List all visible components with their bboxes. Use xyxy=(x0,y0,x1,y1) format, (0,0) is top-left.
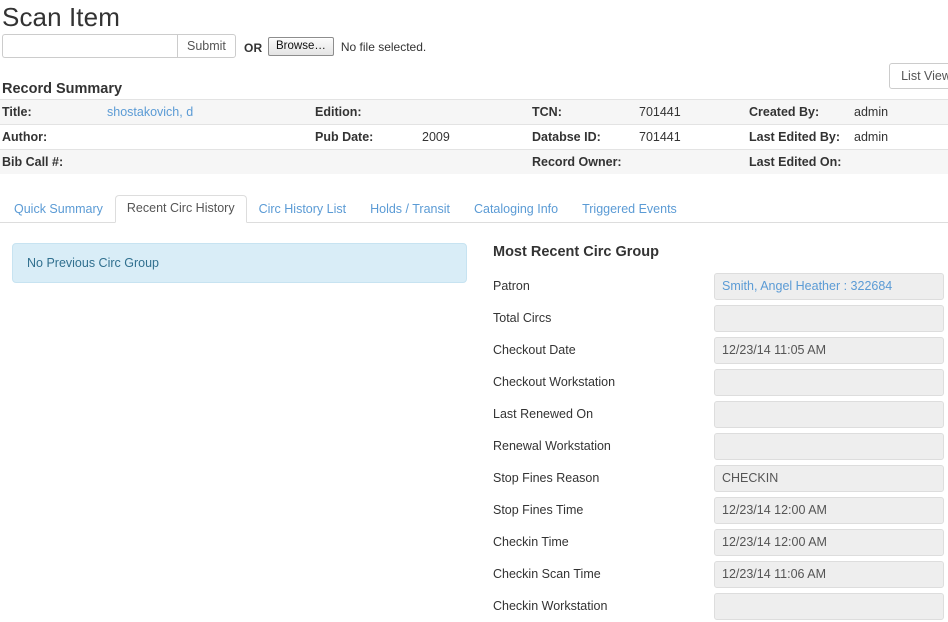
circ-field-value xyxy=(714,305,944,332)
file-status-label: No file selected. xyxy=(341,40,426,54)
summary-field-value xyxy=(852,150,948,175)
barcode-input[interactable] xyxy=(2,34,177,58)
circ-field-label: Last Renewed On xyxy=(493,406,714,422)
previous-circ-group-pane: No Previous Circ Group xyxy=(12,243,467,283)
circ-field-label: Checkin Time xyxy=(493,534,714,550)
summary-field-label: Record Owner: xyxy=(530,150,637,175)
tab-circ-history-list[interactable]: Circ History List xyxy=(247,196,359,223)
circ-field-label: Renewal Workstation xyxy=(493,438,714,454)
summary-field-label: Author: xyxy=(0,125,105,150)
circ-field-row: Checkin Scan Time12/23/14 11:06 AM xyxy=(493,558,948,590)
circ-field-row: Checkin Workstation xyxy=(493,590,948,622)
tab-bar: Quick SummaryRecent Circ HistoryCirc His… xyxy=(0,196,948,223)
circ-field-row: Checkout Date12/23/14 11:05 AM xyxy=(493,334,948,366)
table-row: Title:shostakovich, d Edition: TCN:701441C… xyxy=(0,100,948,125)
summary-field-value xyxy=(420,100,530,125)
summary-field-value[interactable]: shostakovich, d xyxy=(105,100,313,125)
summary-field-label: Databse ID: xyxy=(530,125,637,150)
record-summary-table: Title:shostakovich, d Edition: TCN:701441C… xyxy=(0,99,948,174)
circ-field-label: Stop Fines Time xyxy=(493,502,714,518)
circ-field-row: Last Renewed On xyxy=(493,398,948,430)
table-row: Author: Pub Date:2009Databse ID:701441Las… xyxy=(0,125,948,150)
summary-field-value: 2009 xyxy=(420,125,530,150)
scan-form: Submit OR Browse… No file selected. List… xyxy=(0,32,948,62)
page-title: Scan Item xyxy=(0,0,948,32)
circ-field-row: PatronSmith, Angel Heather : 322684 xyxy=(493,270,948,302)
circ-field-value[interactable]: Smith, Angel Heather : 322684 xyxy=(714,273,944,300)
circ-field-row: Checkin Time12/23/14 12:00 AM xyxy=(493,526,948,558)
tab-recent-circ-history[interactable]: Recent Circ History xyxy=(115,195,247,223)
summary-field-label: TCN: xyxy=(530,100,637,125)
circ-field-value: 12/23/14 12:00 AM xyxy=(714,497,944,524)
or-separator-label: OR xyxy=(244,41,262,55)
barcode-input-group: Submit xyxy=(2,34,236,58)
circ-field-value xyxy=(714,433,944,460)
circ-field-label: Checkin Scan Time xyxy=(493,566,714,582)
summary-field-label: Title: xyxy=(0,100,105,125)
summary-field-label: Created By: xyxy=(747,100,852,125)
circ-field-label: Patron xyxy=(493,278,714,294)
circ-field-value: 12/23/14 11:06 AM xyxy=(714,561,944,588)
circ-field-label: Checkout Date xyxy=(493,342,714,358)
circ-field-row: Total Circs xyxy=(493,302,948,334)
circ-field-value xyxy=(714,593,944,620)
circ-field-row: Renewal Workstation xyxy=(493,430,948,462)
summary-field-label: Last Edited By: xyxy=(747,125,852,150)
circ-field-label: Checkin Workstation xyxy=(493,598,714,614)
tab-holds-transit[interactable]: Holds / Transit xyxy=(358,196,462,223)
summary-field-link[interactable]: shostakovich, d xyxy=(107,105,193,119)
circ-field-label: Checkout Workstation xyxy=(493,374,714,390)
circ-field-value xyxy=(714,369,944,396)
circ-field-value xyxy=(714,401,944,428)
summary-field-value xyxy=(420,150,530,175)
summary-field-value: 701441 xyxy=(637,100,747,125)
record-summary-heading: Record Summary xyxy=(2,81,122,97)
no-previous-circ-group-alert: No Previous Circ Group xyxy=(12,243,467,283)
circ-field-row: Stop Fines ReasonCHECKIN xyxy=(493,462,948,494)
most-recent-circ-group-heading: Most Recent Circ Group xyxy=(493,243,948,261)
summary-field-value xyxy=(105,125,313,150)
summary-field-value xyxy=(105,150,313,175)
summary-field-value xyxy=(637,150,747,175)
circ-field-label: Stop Fines Reason xyxy=(493,470,714,486)
most-recent-circ-group-pane: Most Recent Circ Group PatronSmith, Ange… xyxy=(493,243,948,622)
submit-button[interactable]: Submit xyxy=(177,34,236,58)
summary-field-value: admin xyxy=(852,100,948,125)
browse-button[interactable]: Browse… xyxy=(268,37,334,56)
circ-field-row: Checkout Workstation xyxy=(493,366,948,398)
circ-field-label: Total Circs xyxy=(493,310,714,326)
table-row: Bib Call #: Record Owner: Last Edited On: xyxy=(0,150,948,175)
tab-quick-summary[interactable]: Quick Summary xyxy=(2,196,115,223)
summary-field-value: 701441 xyxy=(637,125,747,150)
list-view-button[interactable]: List View xyxy=(889,63,948,89)
circ-field-list: PatronSmith, Angel Heather : 322684Total… xyxy=(493,270,948,622)
summary-field-label: Bib Call #: xyxy=(0,150,105,175)
file-upload-control: Browse… No file selected. xyxy=(268,37,426,56)
summary-field-value: admin xyxy=(852,125,948,150)
tab-triggered-events[interactable]: Triggered Events xyxy=(570,196,689,223)
circ-field-row: Stop Fines Time12/23/14 12:00 AM xyxy=(493,494,948,526)
summary-field-label: Edition: xyxy=(313,100,420,125)
summary-field-label xyxy=(313,150,420,175)
summary-field-label: Last Edited On: xyxy=(747,150,852,175)
circ-field-value: 12/23/14 11:05 AM xyxy=(714,337,944,364)
tab-cataloging-info[interactable]: Cataloging Info xyxy=(462,196,570,223)
summary-field-label: Pub Date: xyxy=(313,125,420,150)
circ-field-value: CHECKIN xyxy=(714,465,944,492)
circ-field-value: 12/23/14 12:00 AM xyxy=(714,529,944,556)
